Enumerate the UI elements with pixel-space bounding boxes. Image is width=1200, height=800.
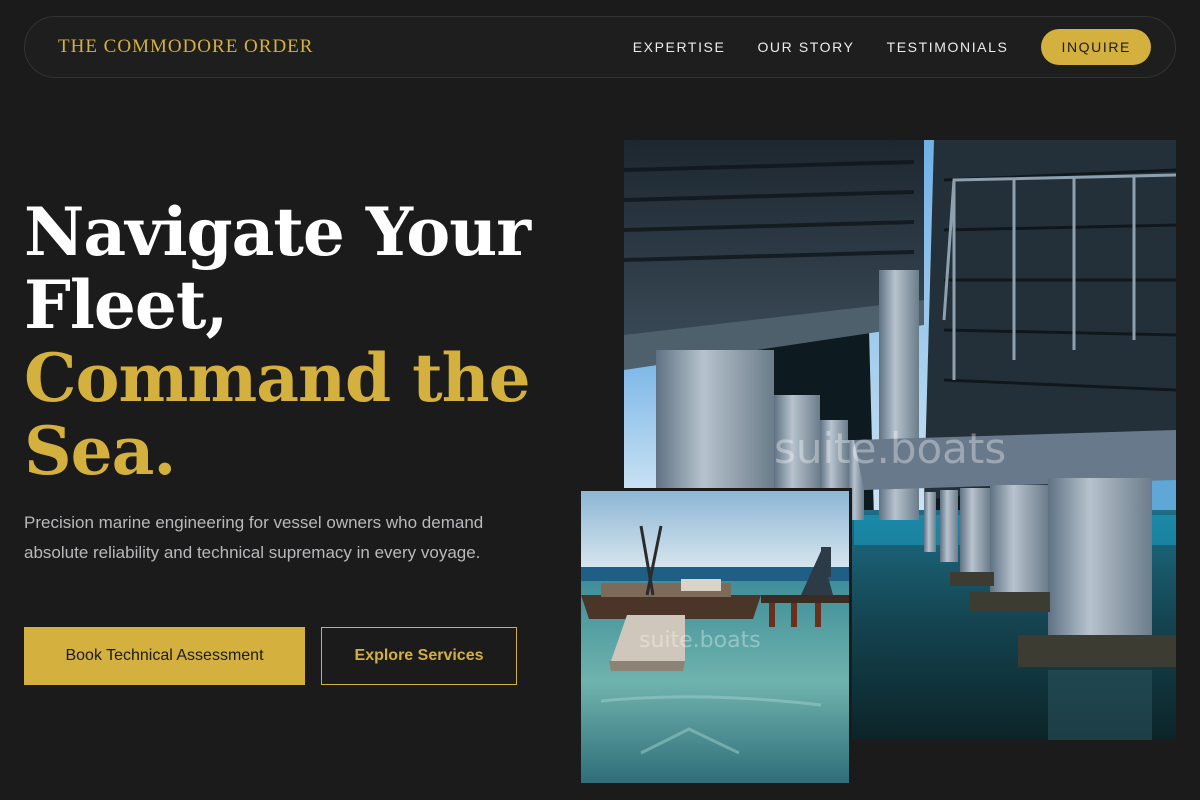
- nav-links: EXPERTISE OUR STORY TESTIMONIALS INQUIRE: [601, 29, 1151, 65]
- book-assessment-button[interactable]: Book Technical Assessment: [24, 627, 305, 685]
- explore-services-button[interactable]: Explore Services: [321, 627, 517, 685]
- nav-link-testimonials[interactable]: TESTIMONIALS: [887, 39, 1009, 55]
- inset-image-watermark: suite.boats: [639, 628, 761, 653]
- hero-title-line: Fleet,: [24, 266, 228, 344]
- inquire-button[interactable]: INQUIRE: [1041, 29, 1151, 65]
- nav-link-our-story[interactable]: OUR STORY: [757, 39, 854, 55]
- main-image-watermark: suite.boats: [774, 424, 1006, 473]
- hero-title: Navigate Your Fleet, Command the Sea.: [24, 196, 564, 488]
- brand-logo[interactable]: THE COMMODORE ORDER: [58, 36, 313, 58]
- nav-link-expertise[interactable]: EXPERTISE: [633, 39, 726, 55]
- hero-title-accent-line: Sea.: [24, 412, 176, 490]
- hero-image-boats: suite.boats: [578, 488, 852, 786]
- hero-title-accent-line: Command the: [24, 339, 531, 417]
- hero-title-line: Navigate Your: [24, 193, 531, 271]
- top-nav: THE COMMODORE ORDER EXPERTISE OUR STORY …: [24, 16, 1176, 78]
- hero-subtitle: Precision marine engineering for vessel …: [24, 513, 484, 562]
